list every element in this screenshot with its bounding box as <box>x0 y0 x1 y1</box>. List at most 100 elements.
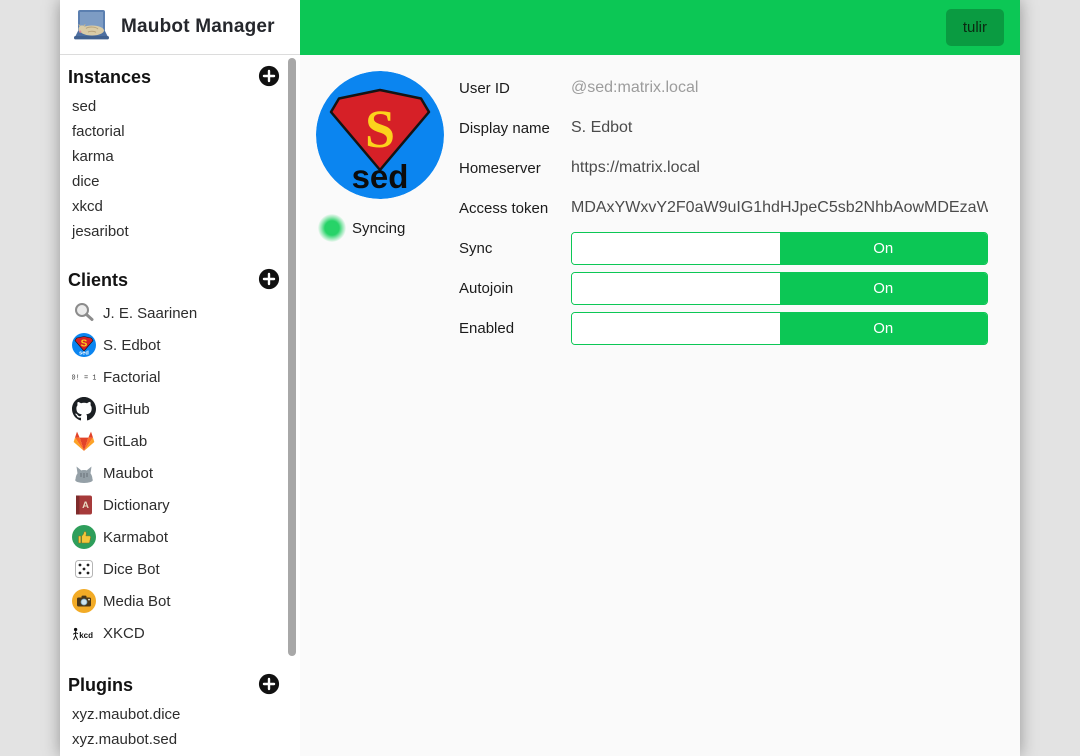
sidebar-item-label: xyz.maubot.sed <box>72 731 177 748</box>
client-form: User IDDisplay nameHomeserverAccess toke… <box>459 68 988 348</box>
toggle-state-label: On <box>873 240 893 257</box>
sidebar-item-label: dice <box>72 173 100 190</box>
clients-item-s-edbot[interactable]: SsedS. Edbot <box>72 329 300 361</box>
add-plugins-button[interactable] <box>258 673 280 698</box>
sidebar-section-clients: ClientsJ. E. SaarinenSsedS. Edbot0! = 1F… <box>60 268 300 649</box>
sidebar-item-label: xyz.maubot.dice <box>72 706 180 723</box>
enabled-toggle-off-half[interactable] <box>572 313 780 344</box>
section-title-instances: Instances <box>68 67 151 88</box>
sync-toggle-on-half[interactable]: On <box>780 233 988 264</box>
field-label-user-id: User ID <box>459 80 571 97</box>
autojoin-toggle-off-half[interactable] <box>572 273 780 304</box>
clients-item-dice-bot[interactable]: Dice Bot <box>72 553 300 585</box>
instances-item-xkcd[interactable]: xkcd <box>72 194 300 219</box>
sidebar-item-label: Dice Bot <box>103 561 160 578</box>
github-avatar-icon <box>72 397 96 421</box>
field-row-user-id: User ID <box>459 68 988 108</box>
app-title: Maubot Manager <box>121 16 275 38</box>
field-row-access-token: Access token <box>459 188 988 228</box>
display-name-input[interactable] <box>571 119 988 137</box>
sed-avatar-icon: Ssed <box>72 333 96 357</box>
sidebar-item-label: Maubot <box>103 465 153 482</box>
sidebar-item-label: xkcd <box>72 198 103 215</box>
sidebar-item-label: GitHub <box>103 401 150 418</box>
clients-item-github[interactable]: GitHub <box>72 393 300 425</box>
user-id-input <box>571 79 988 97</box>
xkcd-avatar-icon: kcd <box>72 621 96 645</box>
sidebar-section-instances: Instances sedfactorial karma dice xkcd jesari… <box>60 65 300 244</box>
add-instances-button[interactable] <box>258 65 280 90</box>
thumbs-up-avatar-icon <box>72 525 96 549</box>
app-header: Maubot Manager tulir <box>60 0 1020 55</box>
sidebar-item-label: Media Bot <box>103 593 171 610</box>
toggle-row-sync: SyncOn <box>459 228 988 268</box>
autojoin-toggle[interactable]: On <box>571 272 988 305</box>
sidebar-item-label: XKCD <box>103 625 145 642</box>
app-body: Instancessedfactorialkarmadicexkcdjesari… <box>60 55 1020 756</box>
maubot-cat-avatar-icon <box>72 461 96 485</box>
maubot-manager-window: Maubot Manager tulir Instancessedfactori… <box>60 0 1020 756</box>
maubot-cat-laptop-icon <box>71 8 111 47</box>
sidebar-section-plugins: Plugins xyz.maubot.dice xyz.maubot.sed <box>60 673 300 752</box>
client-profile: S sed Syncing <box>316 71 444 242</box>
toggle-label-enabled: Enabled <box>459 320 571 337</box>
sync-status-label: Syncing <box>352 220 405 237</box>
dice-avatar-icon <box>72 557 96 581</box>
svg-text:A: A <box>82 500 89 511</box>
clients-item-dictionary[interactable]: A Dictionary <box>72 489 300 521</box>
clients-item-factorial[interactable]: 0! = 1Factorial <box>72 361 300 393</box>
sidebar: Instancessedfactorialkarmadicexkcdjesari… <box>60 55 300 756</box>
magnifier-avatar-icon <box>72 301 96 325</box>
toggle-row-enabled: Enabled On <box>459 308 988 348</box>
sidebar-item-label: Dictionary <box>103 497 170 514</box>
enabled-toggle[interactable]: On <box>571 312 988 345</box>
plugins-item-xyz-maubot-sed[interactable]: xyz.maubot.sed <box>72 727 300 752</box>
access-token-input[interactable] <box>571 199 988 217</box>
svg-text:S: S <box>365 99 395 159</box>
user-menu-button[interactable]: tulir <box>946 9 1004 46</box>
field-label-access-token: Access token <box>459 200 571 217</box>
enabled-toggle-on-half[interactable]: On <box>780 313 988 344</box>
clients-item-xkcd[interactable]: kcd XKCD <box>72 617 300 649</box>
brand: Maubot Manager <box>60 0 300 55</box>
instances-item-dice[interactable]: dice <box>72 169 300 194</box>
section-title-plugins: Plugins <box>68 675 133 696</box>
sidebar-scrollbar[interactable] <box>288 58 296 656</box>
instances-item-sed[interactable]: sed <box>72 94 300 119</box>
plugins-item-xyz-maubot-dice[interactable]: xyz.maubot.dice <box>72 702 300 727</box>
instances-item-jesaribot[interactable]: jesaribot <box>72 219 300 244</box>
sidebar-item-label: Factorial <box>103 369 161 386</box>
sidebar-item-label: GitLab <box>103 433 147 450</box>
instances-item-karma[interactable]: karma <box>72 144 300 169</box>
gitlab-avatar-icon <box>72 429 96 453</box>
instances-item-factorial[interactable]: factorial <box>72 119 300 144</box>
svg-text:sed: sed <box>352 158 409 195</box>
homeserver-input[interactable] <box>571 159 988 177</box>
field-row-display-name: Display name <box>459 108 988 148</box>
field-label-display-name: Display name <box>459 120 571 137</box>
autojoin-toggle-on-half[interactable]: On <box>780 273 988 304</box>
sed-superman-avatar[interactable]: S sed <box>316 71 444 199</box>
clients-item-gitlab[interactable]: GitLab <box>72 425 300 457</box>
sync-toggle[interactable]: On <box>571 232 988 265</box>
toggle-label-autojoin: Autojoin <box>459 280 571 297</box>
sync-toggle-off-half[interactable] <box>572 233 780 264</box>
topbar: tulir <box>300 0 1020 55</box>
sync-status: Syncing <box>318 214 444 242</box>
camera-avatar-icon <box>72 589 96 613</box>
sidebar-item-label: J. E. Saarinen <box>103 305 197 322</box>
toggle-state-label: On <box>873 280 893 297</box>
dictionary-book-avatar-icon: A <box>72 493 96 517</box>
sidebar-item-label: karma <box>72 148 114 165</box>
add-clients-button[interactable] <box>258 268 280 293</box>
plus-icon <box>258 268 280 293</box>
sidebar-item-label: Karmabot <box>103 529 168 546</box>
plus-icon <box>258 65 280 90</box>
clients-item-j-e-saarinen[interactable]: J. E. Saarinen <box>72 297 300 329</box>
svg-text:sed: sed <box>79 351 89 357</box>
sync-status-dot <box>318 214 346 242</box>
sidebar-item-label: jesaribot <box>72 223 129 240</box>
clients-item-karmabot[interactable]: Karmabot <box>72 521 300 553</box>
clients-item-maubot[interactable]: Maubot <box>72 457 300 489</box>
clients-item-media-bot[interactable]: Media Bot <box>72 585 300 617</box>
